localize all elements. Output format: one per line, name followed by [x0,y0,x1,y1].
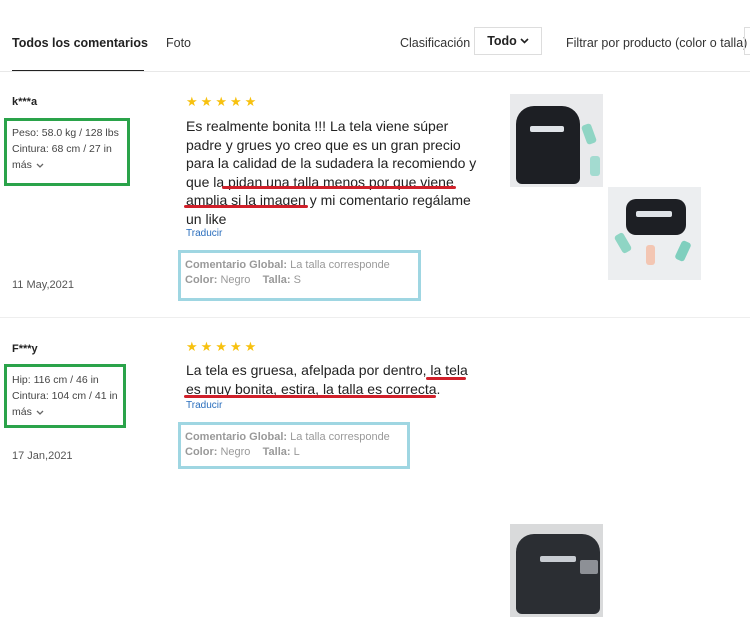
color-size-info: Color: Negro Talla: S [185,273,418,288]
tab-all-comments[interactable]: Todos los comentarios [12,36,148,50]
highlight-underline [426,377,466,380]
review-divider [0,317,750,318]
sweatshirt-image [626,199,686,235]
chevron-down-icon [36,410,44,415]
more-label: más [12,406,32,418]
star-icon: ★ [215,339,227,354]
chevron-down-icon [520,38,529,44]
filter-select[interactable] [744,27,750,55]
size-label: Talla: [262,274,291,286]
logo-print [540,556,576,562]
color-size-info: Color: Negro Talla: L [185,445,407,460]
chevron-down-icon [36,163,44,168]
size-info-waist: Cintura: 68 cm / 27 in [12,143,112,155]
star-icon: ★ [229,94,242,109]
size-info-weight: Peso: 58.0 kg / 128 lbs [12,127,119,139]
phone-case-image [613,231,633,255]
more-size-toggle[interactable]: más [12,158,44,172]
more-label: más [12,159,32,171]
highlight-underline [184,205,308,208]
reviewer-name: F***y [12,343,38,355]
star-rating: ★ ★ ★ ★ ★ [186,340,256,353]
star-icon: ★ [229,339,242,354]
more-size-toggle[interactable]: más [12,405,44,419]
review-text-line: Es realmente bonita !!! La tela viene sú… [186,118,449,134]
highlight-underline [222,186,456,189]
size-value: L [293,446,300,458]
header-divider [0,71,750,72]
review-meta-highlight: Comentario Global: La talla corresponde … [178,250,421,301]
overall-label: Comentario Global: [185,259,288,271]
review-photo[interactable] [510,94,603,187]
size-label: Talla: [262,446,291,458]
size-info-hip: Hip: 116 cm / 46 in [12,374,99,386]
review-text-line: para la calidad de la sudadera la recomi… [186,155,477,171]
review-text-line: padre y grues yo creo que es un gran pre… [186,136,461,153]
star-rating: ★ ★ ★ ★ ★ [186,95,256,108]
overall-value: La talla corresponde [290,259,390,271]
sort-select[interactable]: Todo [474,27,542,55]
star-icon: ★ [200,94,213,109]
color-value: Negro [220,446,251,458]
logo-print [530,126,564,132]
color-label: Color: [185,446,218,458]
sort-value: Todo [487,34,517,48]
review-date: 17 Jan,2021 [12,450,73,462]
highlight-underline [184,395,436,398]
star-icon: ★ [215,94,227,109]
star-icon: ★ [244,94,257,109]
translate-link[interactable]: Traducir [186,400,222,411]
overall-label: Comentario Global: [185,431,288,443]
star-icon: ★ [186,94,198,109]
review-meta-highlight: Comentario Global: La talla corresponde … [178,422,410,469]
star-icon: ★ [244,339,257,354]
tag-image [580,560,598,574]
review-text: Es realmente bonita !!! La tela viene sú… [186,117,486,228]
tab-photo[interactable]: Foto [166,36,191,50]
translate-link[interactable]: Traducir [186,228,222,239]
overall-value: La talla corresponde [290,431,390,443]
color-value: Negro [220,274,251,286]
phone-case-image [674,239,692,263]
star-icon: ★ [186,339,198,354]
phone-case-image [590,156,600,176]
overall-comment: Comentario Global: La talla corresponde [185,430,407,445]
sweatshirt-image [516,534,600,614]
overall-comment: Comentario Global: La talla corresponde [185,258,418,273]
review-date: 11 May,2021 [12,279,74,291]
review-text-line: un like [186,210,227,227]
filter-label: Filtrar por producto (color o talla) [566,36,748,50]
sweatshirt-image [516,106,580,184]
review-photo[interactable] [608,187,701,280]
star-icon: ★ [200,339,213,354]
size-info-waist: Cintura: 104 cm / 41 in [12,390,118,402]
size-value: S [293,274,301,286]
reviewer-name: k***a [12,96,38,108]
sort-label: Clasificación [400,36,471,50]
phone-case-image [580,122,598,146]
review-photo[interactable] [510,524,603,617]
color-label: Color: [185,274,218,286]
logo-print [636,211,672,217]
phone-case-image [646,245,655,265]
